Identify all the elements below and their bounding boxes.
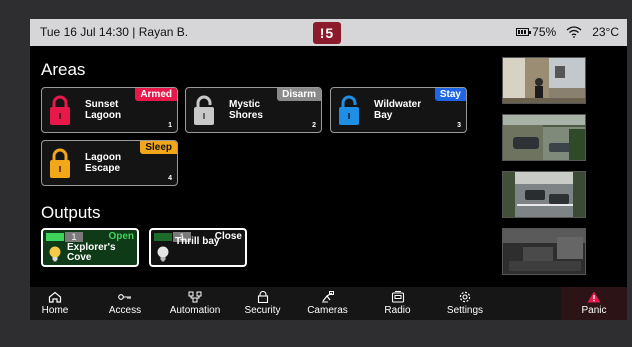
area-status-badge: Sleep xyxy=(140,141,177,154)
outputs-title: Outputs xyxy=(41,203,101,222)
area-tile-sunset-lagoon[interactable]: Sunset Lagoon Armed 1 xyxy=(41,87,178,133)
lock-open-icon xyxy=(194,95,214,125)
automation-icon xyxy=(188,291,202,303)
nav-radio[interactable]: Radio xyxy=(375,287,420,320)
output-tile-explorers-cove[interactable]: 1 Open Explorer's Cove xyxy=(41,228,139,267)
nav-access[interactable]: Access xyxy=(100,287,150,320)
area-status-badge: Stay xyxy=(434,88,466,101)
area-name: Wildwater Bay xyxy=(374,99,422,121)
areas-title: Areas xyxy=(41,60,86,79)
nav-label: Access xyxy=(108,305,142,316)
output-tile-thrill-bay[interactable]: 1 Close Thrill bay xyxy=(149,228,247,267)
nav-label: Settings xyxy=(446,305,484,316)
gear-icon xyxy=(459,291,471,303)
lock-open-icon xyxy=(339,95,359,125)
control-panel-screen: Tue 16 Jul 14:30 | Rayan B. !5 75% 23°C … xyxy=(30,19,627,320)
status-bar: Tue 16 Jul 14:30 | Rayan B. !5 75% 23°C xyxy=(30,19,627,46)
alert-count-badge[interactable]: !5 xyxy=(313,22,341,44)
nav-label: Home xyxy=(41,305,69,316)
area-status-badge: Armed xyxy=(135,88,177,101)
nav-cameras[interactable]: Cameras xyxy=(300,287,355,320)
battery-indicator: 75% xyxy=(516,25,556,39)
battery-icon xyxy=(516,28,532,36)
area-tile-wildwater-bay[interactable]: Wildwater Bay Stay 3 xyxy=(330,87,467,133)
security-icon xyxy=(257,291,268,303)
output-number: 1 xyxy=(65,232,83,242)
datetime-user: Tue 16 Jul 14:30 | Rayan B. xyxy=(40,25,189,39)
area-number: 1 xyxy=(168,122,172,129)
nav-label: Automation xyxy=(169,305,221,316)
output-indicator-bar xyxy=(154,233,172,241)
output-name: Thrill bay xyxy=(175,236,220,247)
camera-feed-backyard-night xyxy=(503,229,585,274)
area-name: Mystic Shores xyxy=(229,99,263,121)
wifi-icon xyxy=(566,26,582,38)
radio-icon xyxy=(391,291,404,303)
lock-closed-icon xyxy=(50,148,70,178)
nav-security[interactable]: Security xyxy=(235,287,290,320)
bulb-off-icon xyxy=(157,246,169,262)
camera-feed-driveway xyxy=(503,115,585,160)
area-name: Sunset Lagoon xyxy=(85,99,122,121)
output-state: Open xyxy=(108,231,134,242)
camera-front-door[interactable] xyxy=(502,57,586,104)
home-icon xyxy=(48,291,62,303)
area-tile-lagoon-escape[interactable]: Lagoon Escape Sleep 4 xyxy=(41,140,178,186)
camera-backyard-night[interactable] xyxy=(502,228,586,275)
panic-label: Panic xyxy=(581,305,607,316)
area-number: 4 xyxy=(168,175,172,182)
nav-label: Cameras xyxy=(307,305,348,316)
lock-closed-icon xyxy=(50,95,70,125)
status-indicators: 75% 23°C xyxy=(516,25,619,39)
nav-label: Radio xyxy=(384,305,411,316)
camera-feed-front-door xyxy=(503,58,585,103)
camera-feed-parking xyxy=(503,172,585,217)
bottom-nav: Home Access Automation Security Cameras … xyxy=(30,287,627,320)
camera-driveway[interactable] xyxy=(502,114,586,161)
temperature: 23°C xyxy=(592,25,619,39)
nav-settings[interactable]: Settings xyxy=(440,287,490,320)
key-icon xyxy=(118,294,131,300)
area-tile-mystic-shores[interactable]: Mystic Shores Disarm 2 xyxy=(185,87,322,133)
area-number: 2 xyxy=(312,122,316,129)
output-indicator-bar xyxy=(46,233,64,241)
warning-icon xyxy=(587,291,601,303)
camera-icon xyxy=(321,291,334,303)
bulb-on-icon xyxy=(49,246,61,262)
area-number: 3 xyxy=(457,122,461,129)
battery-level: 75% xyxy=(532,25,557,39)
nav-home[interactable]: Home xyxy=(35,287,75,320)
output-name: Explorer's Cove xyxy=(67,242,116,263)
panic-button[interactable]: Panic xyxy=(561,287,627,320)
nav-automation[interactable]: Automation xyxy=(160,287,230,320)
camera-parking[interactable] xyxy=(502,171,586,218)
nav-label: Security xyxy=(244,305,281,316)
area-status-badge: Disarm xyxy=(277,88,321,101)
area-name: Lagoon Escape xyxy=(85,152,122,174)
